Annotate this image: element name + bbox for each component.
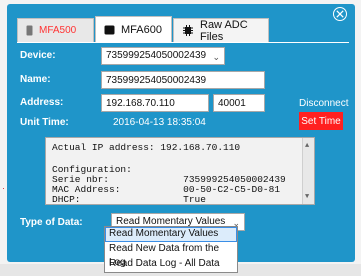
device-icon xyxy=(26,25,33,36)
data-type-label: Type of Data: xyxy=(20,217,83,228)
tab-mfa600[interactable]: MFA600 xyxy=(95,16,172,42)
port-field[interactable]: 40001 xyxy=(213,94,265,112)
scroll-down-icon[interactable]: ▼ xyxy=(305,193,309,201)
tab-mfa500[interactable]: MFA500 xyxy=(17,18,94,42)
device-panel: MFA500 MFA600 Raw ADC Files Device: 7359… xyxy=(7,4,355,262)
unit-time-label: Unit Time: xyxy=(20,117,69,128)
circuit-icon xyxy=(182,25,194,36)
tab-label: MFA500 xyxy=(39,25,77,36)
console-scrollbar[interactable]: ▲ ▼ xyxy=(302,138,314,204)
device-value: 735999254050002439 xyxy=(106,50,207,61)
scroll-up-icon[interactable]: ▲ xyxy=(305,142,309,150)
device-label: Device: xyxy=(20,50,56,61)
tab-label: MFA600 xyxy=(121,23,162,36)
dropdown-option[interactable]: Read New Data from the Log xyxy=(105,242,237,268)
name-label: Name: xyxy=(20,74,51,85)
unit-time-value: 2016-04-13 18:35:04 xyxy=(113,117,206,128)
ip-address-field[interactable]: 192.168.70.110 xyxy=(101,94,209,112)
device-select[interactable]: 735999254050002439 ⌄ xyxy=(101,47,225,65)
name-field[interactable]: 735999254050002439 xyxy=(101,71,265,89)
device-icon xyxy=(104,25,115,35)
data-type-dropdown: Read Momentary Values Read New Data from… xyxy=(104,226,238,273)
address-label: Address: xyxy=(20,97,64,108)
close-icon xyxy=(336,10,344,18)
dropdown-option[interactable]: Read Data Log - All Data xyxy=(105,257,237,272)
console-line: Actual IP address: 192.168.70.110 xyxy=(52,142,241,153)
status-console[interactable]: Actual IP address: 192.168.70.110 Config… xyxy=(45,137,315,205)
close-button[interactable] xyxy=(333,7,347,21)
disconnect-link[interactable]: Disconnect xyxy=(299,98,348,109)
tab-label: Raw ADC Files xyxy=(200,18,248,43)
set-time-button[interactable]: Set Time xyxy=(299,112,343,130)
dropdown-option[interactable]: Read Momentary Values xyxy=(105,227,237,242)
console-line: DHCP: True xyxy=(52,194,206,205)
chevron-down-icon: ⌄ xyxy=(212,52,220,62)
tab-raw-adc-files[interactable]: Raw ADC Files xyxy=(173,18,269,43)
